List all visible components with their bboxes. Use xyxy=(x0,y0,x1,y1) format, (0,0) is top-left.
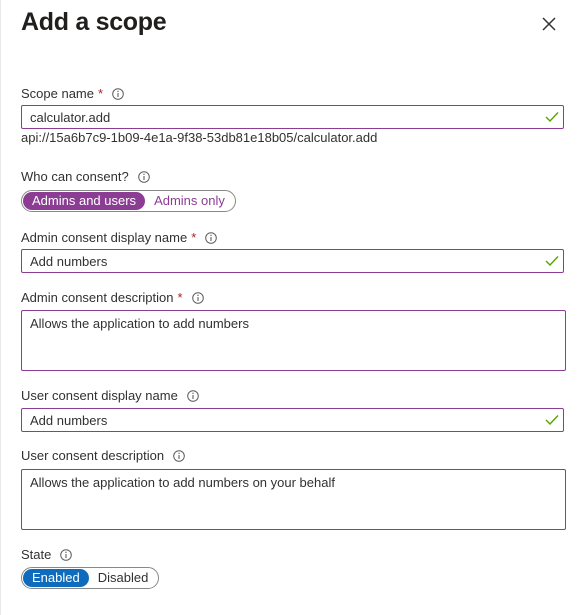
user-description-label-row: User consent description xyxy=(21,448,185,463)
admin-display-name-label: Admin consent display name xyxy=(21,230,188,245)
admin-description-value: Allows the application to add numbers xyxy=(30,316,249,331)
scope-uri: api://15a6b7c9-1b09-4e1a-9f38-53db81e18b… xyxy=(21,130,378,145)
scope-name-input[interactable]: calculator.add xyxy=(21,105,564,129)
info-icon[interactable] xyxy=(187,389,199,402)
state-toggle[interactable]: Enabled Disabled xyxy=(21,567,160,589)
scope-name-label-row: Scope name * xyxy=(21,86,124,101)
scope-name-label: Scope name xyxy=(21,86,94,101)
admin-display-name-label-row: Admin consent display name * xyxy=(21,230,218,245)
user-display-name-input[interactable]: Add numbers xyxy=(21,408,564,432)
info-icon[interactable] xyxy=(112,87,124,100)
state-label-row: State xyxy=(21,547,73,562)
panel-title: Add a scope xyxy=(21,8,167,36)
info-icon[interactable] xyxy=(60,548,73,561)
admin-description-textarea[interactable]: Allows the application to add numbers xyxy=(21,310,566,371)
admin-display-name-value: Add numbers xyxy=(30,253,108,269)
admin-description-label-row: Admin consent description * xyxy=(21,290,204,305)
info-icon[interactable] xyxy=(191,291,204,304)
who-can-consent-toggle[interactable]: Admins and users Admins only xyxy=(21,190,236,212)
checkmark-icon xyxy=(545,112,559,123)
admin-display-name-input[interactable]: Add numbers xyxy=(21,249,564,273)
who-can-consent-label-row: Who can consent? xyxy=(21,169,150,184)
admins-and-users-option[interactable]: Admins and users xyxy=(23,192,146,210)
close-icon[interactable] xyxy=(538,13,560,35)
panel-left-border xyxy=(0,0,1,615)
admin-description-label: Admin consent description xyxy=(21,290,174,305)
state-label: State xyxy=(21,547,52,562)
checkmark-icon xyxy=(545,415,559,426)
user-display-name-label-row: User consent display name xyxy=(21,388,199,403)
required-marker: * xyxy=(191,230,197,245)
who-can-consent-label: Who can consent? xyxy=(21,169,129,184)
enabled-option[interactable]: Enabled xyxy=(23,569,89,587)
user-description-value: Allows the application to add numbers on… xyxy=(30,475,335,490)
disabled-option[interactable]: Disabled xyxy=(89,569,158,587)
user-display-name-value: Add numbers xyxy=(30,412,108,428)
info-icon[interactable] xyxy=(205,231,218,244)
info-icon[interactable] xyxy=(173,449,185,462)
admins-only-option[interactable]: Admins only xyxy=(145,192,234,210)
user-description-label: User consent description xyxy=(21,448,165,463)
scope-name-value: calculator.add xyxy=(30,109,111,125)
checkmark-icon xyxy=(545,256,559,267)
required-marker: * xyxy=(177,290,183,305)
info-icon[interactable] xyxy=(137,170,150,183)
user-display-name-label: User consent display name xyxy=(21,388,178,403)
required-marker: * xyxy=(98,86,104,101)
user-description-textarea[interactable]: Allows the application to add numbers on… xyxy=(21,469,566,530)
